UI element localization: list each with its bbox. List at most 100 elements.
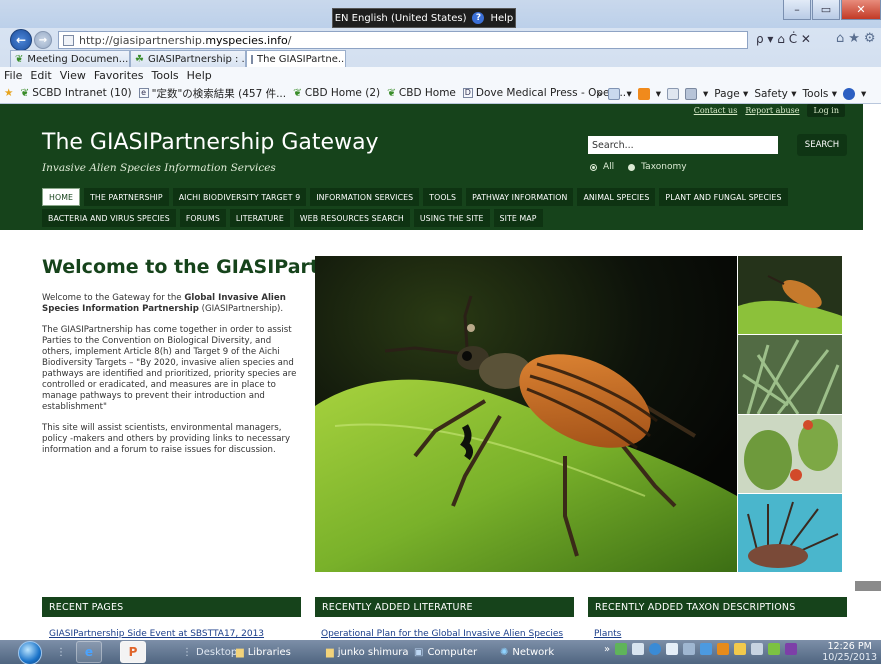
minimize-button[interactable]: – bbox=[783, 0, 811, 20]
tray-sync-icon[interactable] bbox=[700, 643, 713, 655]
hero-beetle-image[interactable] bbox=[315, 256, 737, 572]
language-bar[interactable]: EN English (United States) ? Help bbox=[332, 8, 516, 28]
recent-page-link[interactable]: GIASIPartnership Side Event at SBSTTA17,… bbox=[49, 629, 264, 639]
search-button[interactable]: SEARCH bbox=[797, 134, 847, 156]
scrollbar-track[interactable] bbox=[863, 104, 881, 640]
back-button[interactable]: ← bbox=[10, 29, 32, 51]
thumbnail-plants-image bbox=[738, 335, 842, 414]
favorites-star-icon[interactable]: ★ bbox=[4, 87, 13, 99]
maximize-button[interactable]: ▭ bbox=[812, 0, 840, 20]
menu-help[interactable]: Help bbox=[187, 69, 212, 82]
address-bar[interactable]: http://giasipartnership.myspecies.info/ bbox=[58, 31, 748, 49]
chevron-down-icon[interactable]: ▾ bbox=[703, 88, 708, 100]
tray-app-icon[interactable] bbox=[615, 643, 628, 655]
login-button[interactable]: Log in bbox=[807, 104, 845, 117]
tools-menu[interactable]: Tools ▾ bbox=[803, 88, 837, 100]
tab-gateway-active[interactable]: The GIASIPartne... × bbox=[246, 50, 346, 67]
recent-taxon-link[interactable]: Plants bbox=[594, 629, 621, 639]
system-clock[interactable]: 12:26 PM 10/25/2013 bbox=[822, 640, 877, 663]
taskbar-user-folder[interactable]: ▆ junko shimura bbox=[326, 640, 409, 664]
taskbar-computer[interactable]: ▣ Computer bbox=[414, 640, 477, 664]
chevron-down-icon[interactable]: ▾ bbox=[656, 88, 661, 100]
menu-edit[interactable]: Edit bbox=[30, 69, 51, 82]
language-label[interactable]: EN English (United States) bbox=[335, 13, 467, 24]
home-page-icon[interactable] bbox=[608, 87, 621, 100]
address-tools-label[interactable]: ρ ▾ ⌂ Ċ ✕ bbox=[756, 32, 811, 46]
tray-display-icon[interactable] bbox=[683, 643, 696, 655]
tray-shield-icon[interactable] bbox=[751, 643, 764, 655]
nav-bacteria-virus-species[interactable]: BACTERIA AND VIRUS SPECIES bbox=[42, 209, 176, 227]
tray-security-icon[interactable] bbox=[768, 643, 781, 655]
scope-taxonomy-radio[interactable]: Taxonomy bbox=[628, 162, 687, 172]
nav-plant-fungal-species[interactable]: PLANT AND FUNGAL SPECIES bbox=[659, 188, 788, 206]
home-icon[interactable]: ⌂ bbox=[836, 31, 844, 46]
thumbnail-beetle-on-leaf[interactable] bbox=[738, 256, 842, 334]
close-window-button[interactable]: ✕ bbox=[841, 0, 881, 20]
volume-icon[interactable] bbox=[666, 643, 679, 655]
address-url[interactable]: http://giasipartnership.myspecies.info/ bbox=[79, 34, 291, 47]
tray-network-icon[interactable] bbox=[649, 643, 662, 655]
nav-the-partnership[interactable]: THE PARTNERSHIP bbox=[84, 188, 169, 206]
help-icon[interactable]: ? bbox=[472, 12, 485, 24]
recent-literature-link[interactable]: Operational Plan for the Global Invasive… bbox=[321, 629, 563, 639]
url-scheme: http://giasipartnership. bbox=[79, 33, 206, 47]
scrollbar-thumb[interactable] bbox=[855, 581, 881, 591]
nav-web-resources-search[interactable]: WEB RESOURCES SEARCH bbox=[293, 209, 410, 227]
menu-tools[interactable]: Tools bbox=[152, 69, 179, 82]
taskbar-libraries[interactable]: ▆ Libraries bbox=[236, 640, 291, 664]
page-menu[interactable]: Page ▾ bbox=[714, 88, 748, 100]
fav-cbd-home[interactable]: ❦ CBD Home bbox=[387, 87, 456, 99]
fav-cbd-home-2[interactable]: ❦ CBD Home (2) bbox=[293, 87, 380, 99]
address-tools[interactable]: ρ ▾ ⌂ Ċ ✕ bbox=[756, 32, 811, 46]
nav-tools[interactable]: TOOLS bbox=[423, 188, 463, 206]
chevron-more-icon[interactable]: » bbox=[596, 88, 602, 100]
tab-giasipartnership[interactable]: ☘ GIASIPartnership : ... bbox=[130, 50, 246, 67]
mail-icon[interactable] bbox=[667, 87, 679, 100]
thumbnail-lionfish[interactable] bbox=[738, 494, 842, 572]
nav-using-the-site[interactable]: USING THE SITE bbox=[413, 209, 490, 227]
thumbnail-cactus[interactable] bbox=[738, 415, 842, 493]
taskbar-desktop-toolbar[interactable]: ⋮ Desktop bbox=[182, 640, 237, 664]
nav-literature[interactable]: LITERATURE bbox=[229, 209, 290, 227]
nav-forums[interactable]: FORUMS bbox=[179, 209, 226, 227]
chevron-more-icon[interactable]: » bbox=[604, 644, 610, 655]
print-icon[interactable] bbox=[685, 87, 697, 100]
help-label[interactable]: Help bbox=[490, 13, 513, 24]
taskbar-internet-explorer[interactable]: e bbox=[76, 640, 102, 664]
favorites-star-icon[interactable]: ★ bbox=[848, 31, 860, 46]
scope-all-radio[interactable]: All bbox=[590, 162, 614, 172]
tray-office-icon[interactable] bbox=[717, 643, 730, 655]
nav-aichi-target-9[interactable]: AICHI BIODIVERSITY TARGET 9 bbox=[172, 188, 307, 206]
menu-file[interactable]: File bbox=[4, 69, 22, 82]
menu-favorites[interactable]: Favorites bbox=[94, 69, 144, 82]
show-desktop-grip[interactable]: ⋮ bbox=[56, 640, 66, 664]
settings-gear-icon[interactable]: ⚙ bbox=[864, 31, 876, 46]
taskbar-powerpoint[interactable]: P bbox=[120, 640, 146, 664]
chevron-down-icon[interactable]: ▾ bbox=[626, 88, 631, 100]
help-icon[interactable] bbox=[843, 87, 855, 100]
search-input[interactable] bbox=[588, 136, 778, 154]
nav-pathway-information[interactable]: PATHWAY INFORMATION bbox=[466, 188, 574, 206]
rss-feed-icon[interactable] bbox=[637, 87, 650, 100]
forward-button[interactable]: → bbox=[34, 31, 52, 49]
nav-animal-species[interactable]: ANIMAL SPECIES bbox=[577, 188, 656, 206]
fav-label: CBD Home bbox=[398, 87, 456, 99]
site-title[interactable]: The GIASIPartnership Gateway bbox=[42, 130, 379, 155]
taskbar-network[interactable]: ✺ Network bbox=[500, 640, 554, 664]
report-abuse-link[interactable]: Report abuse bbox=[745, 106, 799, 115]
nav-site-map[interactable]: SITE MAP bbox=[493, 209, 543, 227]
nav-home[interactable]: HOME bbox=[42, 188, 81, 206]
fav-search-results[interactable]: e "定数"の検索結果 (457 件... bbox=[138, 86, 286, 101]
tray-mail-icon[interactable] bbox=[734, 643, 747, 655]
tab-meeting-documents[interactable]: ❦ Meeting Documen... bbox=[10, 50, 130, 67]
safety-menu[interactable]: Safety ▾ bbox=[754, 88, 796, 100]
thumbnail-spiky-plants[interactable] bbox=[738, 335, 842, 414]
nav-information-services[interactable]: INFORMATION SERVICES bbox=[310, 188, 420, 206]
contact-us-link[interactable]: Contact us bbox=[694, 106, 738, 115]
tray-monitor-icon[interactable] bbox=[632, 643, 645, 655]
start-button[interactable] bbox=[18, 641, 42, 664]
menu-view[interactable]: View bbox=[60, 69, 86, 82]
tray-onenote-icon[interactable] bbox=[785, 643, 798, 655]
chevron-down-icon[interactable]: ▾ bbox=[861, 88, 866, 100]
fav-scbd-intranet[interactable]: ❦ SCBD Intranet (10) bbox=[20, 87, 131, 99]
